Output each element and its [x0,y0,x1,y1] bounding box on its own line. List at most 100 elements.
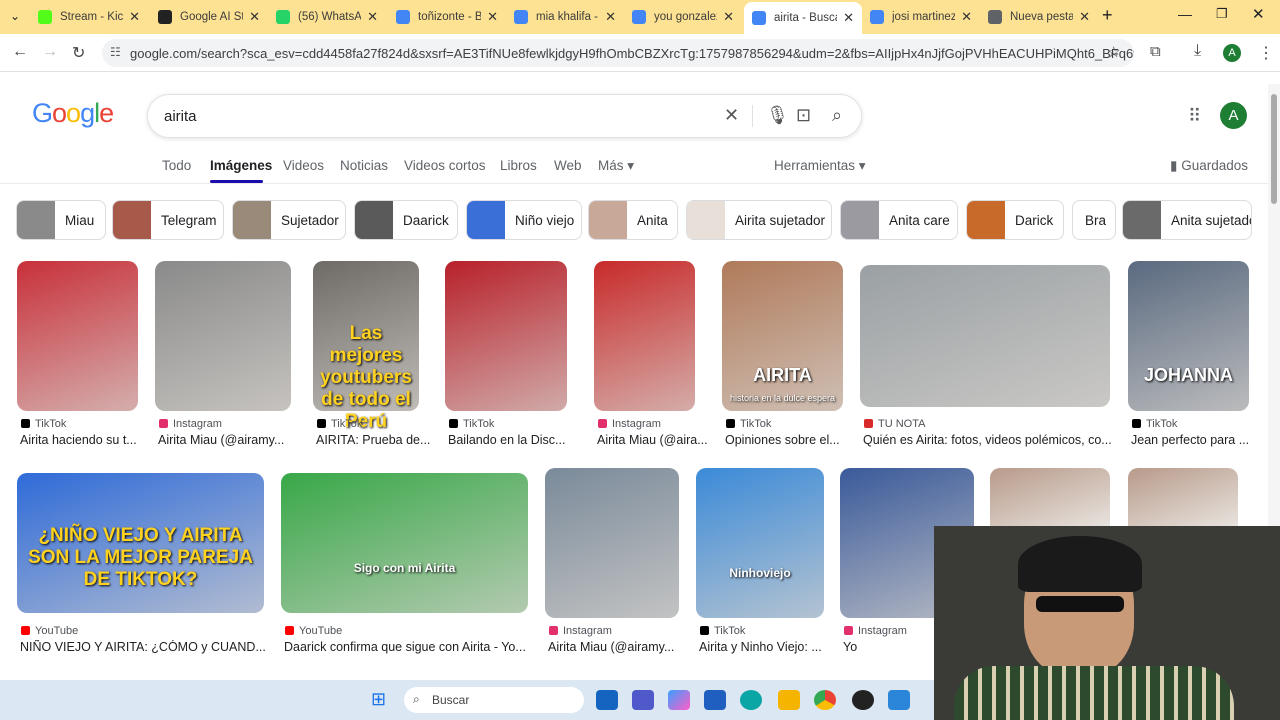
nav-tab[interactable]: Imágenes [210,158,272,173]
windows-start-icon[interactable]: ⊞ [371,689,386,710]
result-source[interactable]: Instagram [844,625,907,637]
back-icon[interactable]: ← [12,43,28,61]
browser-tab[interactable]: you gonzalez - Buscar ✕ [624,2,742,32]
close-window-button[interactable]: ✕ [1252,5,1265,23]
new-tab-button[interactable]: + [1102,5,1113,26]
result-thumbnail[interactable] [445,261,567,411]
edge-icon[interactable] [740,690,762,710]
account-avatar[interactable]: A [1220,102,1247,129]
close-tab-icon[interactable]: ✕ [1079,9,1090,25]
related-chip[interactable]: Miau [16,200,106,240]
close-tab-icon[interactable]: ✕ [129,9,140,25]
result-source[interactable]: Instagram [159,418,222,430]
result-title[interactable]: Airita y Ninho Viejo: ... [699,640,827,654]
result-source[interactable]: YouTube [21,625,78,637]
taskbar-search[interactable]: ⌕ Buscar [404,687,584,713]
nav-tab[interactable]: Libros [500,158,537,173]
vscode-icon[interactable] [704,690,726,710]
search-input[interactable]: airita [164,108,197,125]
apps-grid-icon[interactable]: ⠿ [1188,106,1201,127]
result-title[interactable]: AIRITA: Prueba de... [316,433,434,447]
related-chip[interactable]: Darick [966,200,1064,240]
browser-tab[interactable]: Google AI Studio ✕ [150,2,268,32]
google-logo[interactable]: Google [32,98,114,129]
reload-icon[interactable]: ↻ [72,43,85,63]
browser-tab[interactable]: Stream - Kick ✕ [30,2,148,32]
result-thumbnail[interactable] [722,261,843,411]
result-title[interactable]: Jean perfecto para ... [1131,433,1252,447]
nav-tab[interactable]: Noticias [340,158,388,173]
result-source[interactable]: TikTok [726,418,771,430]
close-tab-icon[interactable]: ✕ [961,9,972,25]
related-chip[interactable]: Daarick [354,200,458,240]
forward-icon[interactable]: → [42,43,58,61]
result-source[interactable]: TikTok [21,418,66,430]
result-title[interactable]: Quién es Airita: fotos, videos polémicos… [863,433,1113,447]
result-source[interactable]: Instagram [549,625,612,637]
result-source[interactable]: TU NOTA [864,418,925,430]
result-source[interactable]: Instagram [598,418,661,430]
tab-search-dropdown-icon[interactable]: ⌄ [10,9,20,23]
close-tab-icon[interactable]: ✕ [723,9,734,25]
profile-avatar[interactable]: A [1223,44,1241,62]
maximize-button[interactable]: ❐ [1216,6,1228,22]
teams-icon[interactable] [632,690,654,710]
result-source[interactable]: YouTube [285,625,342,637]
result-title[interactable]: NIÑO VIEJO Y AIRITA: ¿CÓMO y CUAND... [20,640,267,654]
close-tab-icon[interactable]: ✕ [249,9,260,25]
result-thumbnail[interactable] [545,468,679,618]
url-field[interactable]: google.com/search?sca_esv=cdd4458fa27f82… [102,39,1134,67]
result-source[interactable]: TikTok [317,418,362,430]
store-icon[interactable] [596,690,618,710]
browser-tab[interactable]: josi martinez - Buscar ✕ [862,2,980,32]
related-chip[interactable]: Anita sujetado [1122,200,1252,240]
related-chip[interactable]: Bra [1072,200,1116,240]
lens-camera-icon[interactable]: ⊡ [796,105,811,126]
extensions-icon[interactable]: ⧉ [1150,43,1161,60]
result-title[interactable]: Daarick confirma que sigue con Airita - … [284,640,531,654]
result-title[interactable]: Airita Miau (@airamy... [548,640,682,654]
copilot-icon[interactable] [668,690,690,710]
file-explorer-icon[interactable] [778,690,800,710]
browser-tab[interactable]: (56) WhatsApp ✕ [268,2,386,32]
result-thumbnail[interactable] [155,261,291,411]
result-thumbnail[interactable] [1128,261,1249,411]
bookmark-star-icon[interactable]: ☆ [1107,43,1120,61]
result-thumbnail[interactable] [281,473,528,613]
site-info-icon[interactable]: ☷ [110,45,121,59]
browser-tab[interactable]: airita - Buscar ✕ [744,2,862,34]
result-title[interactable]: Bailando en la Disc... [448,433,570,447]
nav-tab[interactable]: Web [554,158,582,173]
chrome-icon[interactable] [814,690,836,710]
close-tab-icon[interactable]: ✕ [843,10,854,26]
nav-tab[interactable]: Videos [283,158,324,173]
nav-tab[interactable]: Todo [162,158,191,173]
related-chip[interactable]: Airita sujetador [686,200,832,240]
related-chip[interactable]: Anita care [840,200,958,240]
related-chip[interactable]: Telegram [112,200,224,240]
result-title[interactable]: Airita Miau (@aira... [597,433,715,447]
result-source[interactable]: TikTok [1132,418,1177,430]
nav-tab[interactable]: Más ▾ [598,158,634,174]
browser-tab[interactable]: Nueva pestaña ✕ [980,2,1098,32]
close-tab-icon[interactable]: ✕ [605,9,616,25]
result-thumbnail[interactable] [860,265,1110,407]
related-chip[interactable]: Anita [588,200,678,240]
image-result-partial[interactable] [990,468,1110,528]
downloads-icon[interactable]: ⤓ [1194,42,1201,60]
close-tab-icon[interactable]: ✕ [487,9,498,25]
result-title[interactable]: Airita Miau (@airamy... [158,433,294,447]
result-thumbnail[interactable] [594,261,695,411]
result-source[interactable]: TikTok [700,625,745,637]
minimize-button[interactable]: — [1178,6,1192,22]
image-result-partial[interactable] [1128,468,1238,528]
clear-icon[interactable]: ✕ [724,105,739,126]
paint-icon[interactable] [888,690,910,710]
result-title[interactable]: Opiniones sobre el... [725,433,846,447]
result-thumbnail[interactable] [696,468,824,618]
scrollbar-thumb[interactable] [1271,94,1277,204]
search-icon[interactable]: ⌕ [832,105,842,126]
nav-tab[interactable]: Videos cortos [404,158,486,173]
result-title[interactable]: Airita haciendo su t... [20,433,141,447]
related-chip[interactable]: Sujetador [232,200,346,240]
